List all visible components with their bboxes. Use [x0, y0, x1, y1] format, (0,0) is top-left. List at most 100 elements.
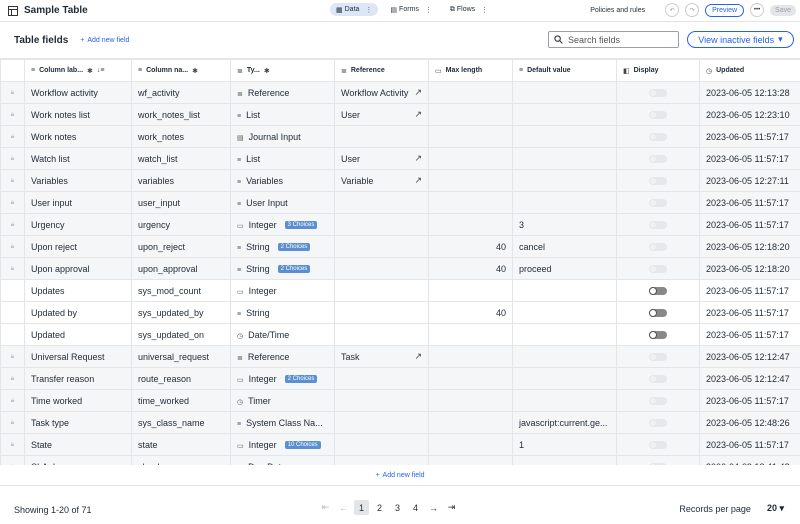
cell-reference[interactable]: Workflow Activity ↗ [334, 81, 429, 104]
last-page-icon[interactable]: ⇥ [444, 500, 459, 515]
cell-reference[interactable] [334, 125, 429, 148]
cell-reference[interactable]: User ↗ [334, 103, 429, 126]
display-toggle[interactable] [649, 177, 667, 186]
cell-column-name[interactable]: work_notes_list [131, 103, 231, 126]
add-new-field-row-button[interactable]: + Add new field [0, 466, 800, 486]
cell-column-name[interactable]: state [131, 433, 231, 456]
cell-reference[interactable] [334, 279, 429, 302]
undo-icon[interactable]: ↶ [665, 3, 680, 17]
cell-type[interactable]: ▭ Integer 10 Choices [230, 433, 335, 456]
cell-max-length[interactable] [428, 367, 513, 390]
column-header-updated[interactable]: ◷ Updated [699, 59, 800, 82]
cell-default-value[interactable] [512, 367, 617, 390]
page-4-button[interactable]: 4 [408, 500, 423, 515]
choices-badge[interactable]: 3 Choices [284, 221, 318, 230]
cell-column-name[interactable]: route_reason [131, 367, 231, 390]
next-page-icon[interactable]: → [426, 500, 441, 515]
cell-column-label[interactable]: Watch list [24, 147, 132, 170]
cell-reference[interactable] [334, 455, 429, 465]
table-row[interactable]: 🔒︎ Universal Request universal_request ≣ Ref… [0, 345, 800, 368]
more-options-icon[interactable]: ••• [750, 3, 765, 17]
display-toggle[interactable] [649, 331, 667, 340]
cell-default-value[interactable]: 1 [512, 433, 617, 456]
cell-max-length[interactable] [428, 103, 513, 126]
cell-column-name[interactable]: user_input [131, 191, 231, 214]
more-icon[interactable]: ⋮ [365, 6, 372, 14]
page-2-button[interactable]: 2 [372, 500, 387, 515]
choices-badge[interactable]: 10 Choices [284, 441, 321, 450]
search-input[interactable]: Search fields [548, 31, 679, 48]
cell-reference[interactable] [334, 213, 429, 236]
choices-badge[interactable]: 2 Choices [284, 375, 318, 384]
table-row[interactable]: 🔒︎ State state ▭ Integer 10 Choices 1 2023-06-0… [0, 433, 800, 456]
display-toggle[interactable] [649, 221, 667, 230]
cell-type[interactable]: ≡ System Class Na... [230, 411, 335, 434]
cell-max-length[interactable] [428, 213, 513, 236]
cell-column-name[interactable]: variables [131, 169, 231, 192]
cell-column-name[interactable]: sys_mod_count [131, 279, 231, 302]
cell-column-name[interactable]: sys_class_name [131, 411, 231, 434]
cell-display[interactable] [616, 191, 700, 214]
cell-reference[interactable]: User ↗ [334, 147, 429, 170]
cell-column-label[interactable]: User input [24, 191, 132, 214]
cell-reference[interactable] [334, 411, 429, 434]
cell-reference[interactable] [334, 257, 429, 280]
cell-display[interactable] [616, 323, 700, 346]
table-row[interactable]: Updated by sys_updated_by ≡ String 40 2023-06… [0, 301, 800, 324]
column-header-max-length[interactable]: ▭ Max length [428, 59, 513, 82]
cell-display[interactable] [616, 433, 700, 456]
cell-type[interactable]: ≡ String [230, 301, 335, 324]
cell-column-label[interactable]: Updated [24, 323, 132, 346]
table-row[interactable]: 🔒︎ Variables variables ≡ Variables Variable ↗ 2… [0, 169, 800, 192]
table-row[interactable]: 🔒︎ Upon reject upon_reject ≡ String 2 Choices… [0, 235, 800, 258]
display-toggle[interactable] [649, 287, 667, 296]
prev-page-icon[interactable]: ← [336, 500, 351, 515]
cell-default-value[interactable] [512, 345, 617, 368]
cell-display[interactable] [616, 279, 700, 302]
table-row[interactable]: 🔒︎ Work notes work_notes ▤ Journal Input 2023… [0, 125, 800, 148]
more-icon[interactable]: ⋮ [481, 6, 488, 14]
cell-max-length[interactable] [428, 455, 513, 465]
cell-type[interactable]: ▭ Integer [230, 279, 335, 302]
add-new-field-button[interactable]: + Add new field [80, 37, 129, 44]
cell-display[interactable] [616, 213, 700, 236]
cell-max-length[interactable] [428, 433, 513, 456]
open-reference-icon[interactable]: ↗ [414, 153, 422, 164]
cell-column-label[interactable]: Workflow activity [24, 81, 132, 104]
tab-forms[interactable]: ▤ Forms ⋮ [384, 3, 437, 16]
cell-column-name[interactable]: watch_list [131, 147, 231, 170]
open-reference-icon[interactable]: ↗ [414, 87, 422, 98]
table-row[interactable]: 🔒︎ Time worked time_worked ◷ Timer 2023-06-05… [0, 389, 800, 412]
cell-column-name[interactable]: upon_approval [131, 257, 231, 280]
cell-display[interactable] [616, 301, 700, 324]
cell-reference[interactable] [334, 323, 429, 346]
cell-reference[interactable]: Variable ↗ [334, 169, 429, 192]
cell-default-value[interactable] [512, 81, 617, 104]
cell-type[interactable]: ≡ User Input [230, 191, 335, 214]
cell-default-value[interactable] [512, 301, 617, 324]
cell-type[interactable]: ≣ Reference [230, 81, 335, 104]
redo-icon[interactable]: ↷ [685, 3, 700, 17]
table-row[interactable]: 🔒︎SLA duesla_due ◷ Due Date 2006-04-09 13:4… [0, 455, 800, 465]
cell-type[interactable]: ≡ String 2 Choices [230, 235, 335, 258]
display-toggle[interactable] [649, 199, 667, 208]
cell-column-name[interactable]: universal_request [131, 345, 231, 368]
display-toggle[interactable] [649, 243, 667, 252]
cell-column-label[interactable]: Work notes [24, 125, 132, 148]
cell-max-length[interactable] [428, 411, 513, 434]
display-toggle[interactable] [649, 353, 667, 362]
table-row[interactable]: 🔒︎ Work notes list work_notes_list ≡ List Use… [0, 103, 800, 126]
cell-display[interactable] [616, 345, 700, 368]
cell-display[interactable] [616, 103, 700, 126]
cell-default-value[interactable] [512, 169, 617, 192]
cell-display[interactable] [616, 147, 700, 170]
column-header-display[interactable]: ◧ Display [616, 59, 700, 82]
cell-display[interactable] [616, 367, 700, 390]
cell-column-label[interactable]: Updates [24, 279, 132, 302]
cell-type[interactable]: ≡ Variables [230, 169, 335, 192]
preview-button[interactable]: Preview [705, 3, 745, 17]
column-header-type[interactable]: ≣ Ty... ✱ [230, 59, 335, 82]
cell-max-length[interactable] [428, 81, 513, 104]
cell-max-length[interactable] [428, 147, 513, 170]
cell-column-name[interactable]: work_notes [131, 125, 231, 148]
